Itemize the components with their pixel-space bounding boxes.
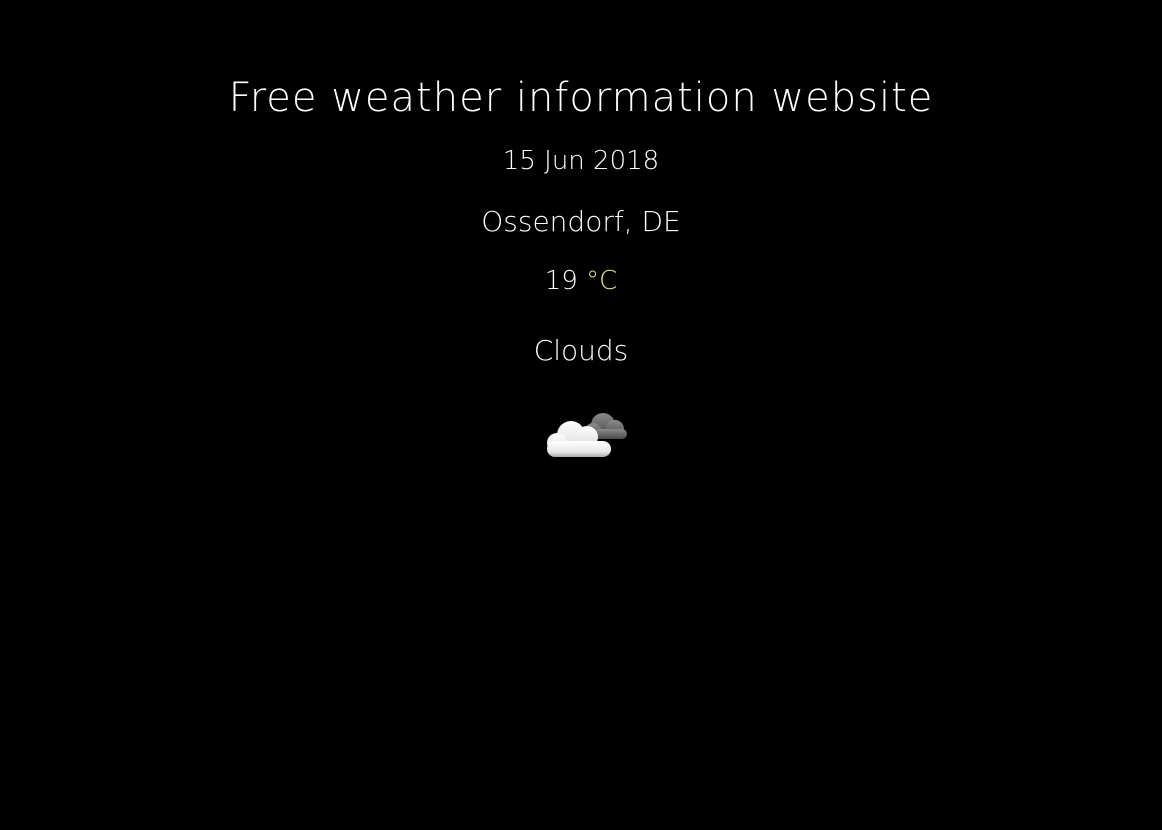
- temperature-display: 19 °C: [0, 264, 1162, 298]
- temperature-value: 19: [544, 266, 578, 296]
- weather-condition: Clouds: [533, 334, 629, 367]
- clouds-icon: [541, 405, 631, 461]
- location-text: Ossendorf, DE: [481, 205, 681, 238]
- temperature-unit: °C: [586, 266, 618, 296]
- page-title: Free weather information website: [228, 75, 934, 121]
- date-text: 15 Jun 2018: [502, 146, 660, 176]
- weather-page: Free weather information website 15 Jun …: [0, 0, 1162, 830]
